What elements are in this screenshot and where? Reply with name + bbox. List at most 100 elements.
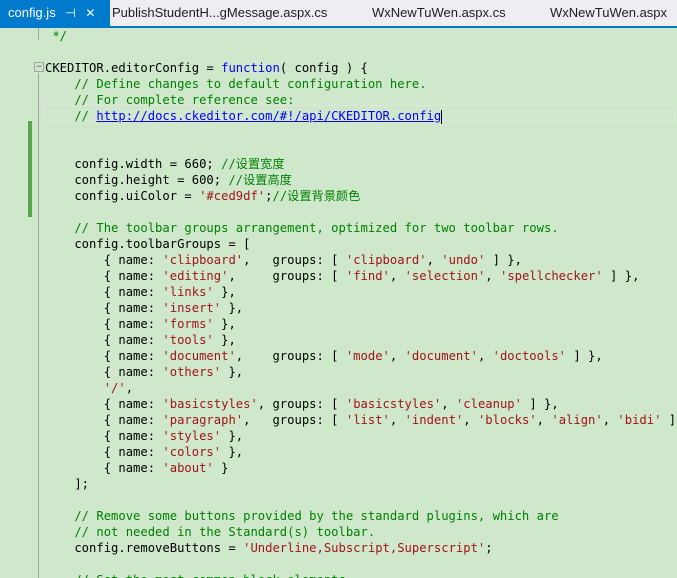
code-token: 'align': [551, 413, 603, 427]
code-line: { name: 'editing', groups: [ 'find', 'se…: [45, 268, 640, 284]
code-line: */: [45, 28, 67, 44]
code-token: { name:: [45, 429, 163, 443]
close-icon[interactable]: ✕: [85, 0, 95, 26]
code-token: { name:: [45, 253, 163, 267]
pin-icon[interactable]: ⊣: [65, 0, 75, 26]
tab-wxnewtuwen-cs[interactable]: WxNewTuWen.aspx.cs: [372, 0, 522, 26]
tab-wxnewtuwen-aspx[interactable]: WxNewTuWen.aspx: [550, 0, 677, 26]
code-token: { name:: [45, 365, 163, 379]
code-token: , groups: [: [243, 413, 346, 427]
code-token: //设置背景颜色: [272, 189, 361, 203]
code-line: { name: 'document' , groups: [ 'mode', 'd…: [45, 348, 603, 364]
code-token: ,: [389, 349, 405, 363]
code-line: config.toolbarGroups = [: [45, 236, 250, 252]
code-token: { name:: [45, 349, 163, 363]
code-token: config.width = 660;: [45, 157, 222, 171]
code-token: 'forms': [162, 317, 214, 331]
code-token: //设置宽度: [221, 157, 285, 171]
code-token: config.removeButtons =: [45, 541, 244, 555]
code-token: //设置高度: [228, 173, 292, 187]
code-token: 'bidi': [617, 413, 662, 427]
code-token: ,: [602, 413, 618, 427]
tab-config-js[interactable]: config.js ⊣ ✕: [0, 0, 110, 26]
code-line: // Set the most common block elements.: [45, 572, 353, 578]
code-line: // Remove some buttons provided by the s…: [45, 508, 558, 524]
code-token: },: [213, 317, 236, 331]
code-token: config.height = 600;: [45, 173, 229, 187]
tab-label: WxNewTuWen.aspx.cs: [372, 5, 506, 20]
code-token: { name:: [45, 413, 163, 427]
code-token: { name:: [45, 317, 163, 331]
fold-line: [38, 73, 39, 578]
code-token: ,: [477, 349, 493, 363]
code-token: 'editing': [162, 269, 229, 283]
code-line: // http://docs.ckeditor.com/#!/api/CKEDI…: [45, 108, 443, 124]
code-line: // not needed in the Standard(s) toolbar…: [45, 524, 375, 540]
code-token: 'mode': [345, 349, 390, 363]
code-token: 'basicstyles': [345, 397, 442, 411]
code-token: ] },: [485, 253, 522, 267]
code-token: { name:: [45, 461, 163, 475]
code-line: { name: 'styles' },: [45, 428, 243, 444]
code-line: { name: 'forms' },: [45, 316, 236, 332]
code-line: ];: [45, 476, 89, 492]
code-token: 'doctools': [492, 349, 566, 363]
code-token: 'basicstyles': [162, 397, 258, 411]
code-token: CKEDITOR.editorConfig =: [45, 61, 222, 75]
code-editor[interactable]: */ CKEDITOR.editorConfig = function( conf…: [45, 28, 677, 578]
change-indicator: [28, 121, 32, 217]
code-token: { name:: [45, 445, 163, 459]
document-tab-bar: config.js ⊣ ✕ PublishStudentH...gMessage…: [0, 0, 677, 28]
code-token: , groups: [: [243, 253, 346, 267]
code-token: ;: [485, 541, 493, 555]
code-token: 'links': [162, 285, 214, 299]
code-token: },: [213, 285, 236, 299]
code-line: config.height = 600; //设置高度: [45, 172, 292, 188]
code-token: 'tools': [162, 333, 214, 347]
code-token: },: [221, 365, 244, 379]
tab-publishstudent[interactable]: PublishStudentH...gMessage.aspx.cs: [110, 0, 355, 26]
code-line: { name: 'colors' },: [45, 444, 243, 460]
code-token: 'find': [345, 269, 390, 283]
code-line: { name: 'paragraph', groups: [ 'list', '…: [45, 412, 677, 428]
code-token: 'cleanup': [455, 397, 522, 411]
code-token: 'clipboard': [162, 253, 244, 267]
code-line: { name: 'about' }: [45, 460, 229, 476]
code-line: { name: 'links' },: [45, 284, 236, 300]
code-token: , groups: [: [235, 349, 346, 363]
code-token: ,: [485, 269, 500, 283]
editor-gutter: [0, 28, 26, 578]
code-token: //: [45, 109, 97, 123]
code-token: ,: [536, 413, 552, 427]
code-token: // Define changes to default configurati…: [45, 77, 427, 91]
doc-link[interactable]: http://docs.ckeditor.com/#!/api/CKEDITOR…: [96, 109, 441, 123]
code-token: },: [221, 445, 244, 459]
code-line: // Define changes to default configurati…: [45, 76, 427, 92]
code-token: 'indent': [404, 413, 464, 427]
code-token: 'spellchecker': [499, 269, 603, 283]
code-token: 'undo': [441, 253, 486, 267]
code-line: config.width = 660; //设置宽度: [45, 156, 285, 172]
code-token: },: [221, 429, 244, 443]
code-token: ( config ) {: [279, 61, 368, 75]
code-token: { name:: [45, 333, 163, 347]
code-token: config.uiColor =: [45, 189, 200, 203]
code-token: ] },: [566, 349, 603, 363]
code-token: '#ced9df': [199, 189, 266, 203]
code-line: '/',: [45, 380, 133, 396]
code-token: , groups: [: [257, 397, 346, 411]
code-token: 'blocks': [477, 413, 537, 427]
code-token: ,: [125, 381, 134, 395]
code-token: ] },: [602, 269, 640, 283]
code-token: 'styles': [162, 429, 222, 443]
fold-line: [38, 28, 39, 40]
code-line: { name: 'tools' },: [45, 332, 236, 348]
code-token: // Set the most common block elements.: [45, 573, 353, 578]
code-token: 'document': [404, 349, 478, 363]
code-token: ,: [463, 413, 478, 427]
code-token: }: [213, 461, 229, 475]
code-token: ] },: [668, 413, 677, 427]
collapse-icon[interactable]: −: [34, 62, 44, 72]
code-token: function: [221, 61, 280, 75]
